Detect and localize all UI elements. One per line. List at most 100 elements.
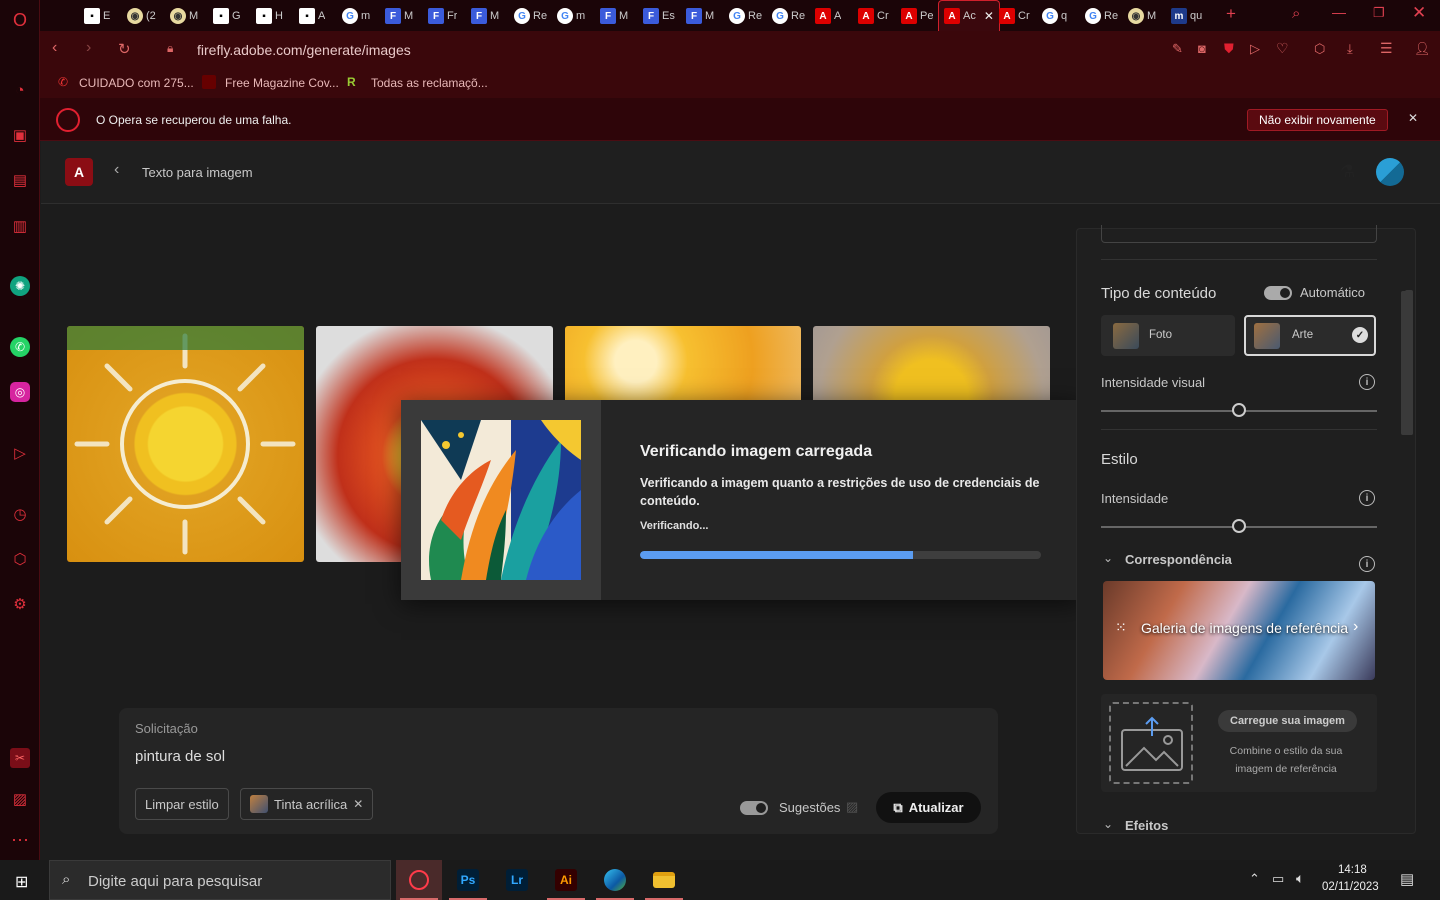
profile-icon[interactable]: 👤︎ xyxy=(1414,41,1431,57)
browser-tab[interactable]: ▪ H xyxy=(256,6,283,26)
browser-tab[interactable]: G Re xyxy=(514,6,547,26)
cube-icon[interactable]: ⬡ xyxy=(1314,41,1325,57)
menu-icon[interactable]: ☰ xyxy=(1380,40,1393,57)
reload-icon[interactable]: ↻ xyxy=(118,40,131,58)
browser-tab[interactable]: ◉ M xyxy=(1128,6,1156,26)
forward-icon[interactable]: › xyxy=(86,39,91,57)
browser-tab[interactable]: A Cr xyxy=(999,6,1030,26)
upload-dropzone[interactable] xyxy=(1109,702,1193,784)
opera-logo-icon[interactable]: O xyxy=(10,10,30,30)
aspect-ratio-dropdown[interactable] xyxy=(1101,225,1377,243)
visual-intensity-knob[interactable] xyxy=(1232,403,1246,417)
chatgpt-icon[interactable]: ✺ xyxy=(10,276,30,296)
back-chevron-icon[interactable]: ‹ xyxy=(114,161,119,179)
extension-icon[interactable]: ▥ xyxy=(10,216,30,236)
adblock-shield-icon[interactable]: ⛊ xyxy=(1224,41,1234,57)
browser-tab[interactable]: ▪ E xyxy=(84,6,110,26)
twitch-icon[interactable]: ▤ xyxy=(10,170,30,190)
generated-image-1[interactable] xyxy=(67,326,304,562)
browser-tab[interactable]: G Re xyxy=(772,6,805,26)
browser-tab[interactable]: Gq xyxy=(1042,6,1067,26)
clock-time[interactable]: 14:18 xyxy=(1338,864,1367,876)
tray-chevron-icon[interactable]: ⌃ xyxy=(1249,871,1260,887)
bookmark-item[interactable]: Free Magazine Cov... xyxy=(225,76,339,90)
reference-gallery-button[interactable]: ⁙ Galeria de imagens de referência › xyxy=(1103,581,1375,680)
browser-tab[interactable]: FM xyxy=(385,6,413,26)
browser-tab[interactable]: F Fr xyxy=(428,6,457,26)
instagram-icon[interactable]: ◎ xyxy=(10,382,30,402)
browser-tab[interactable]: FM xyxy=(686,6,714,26)
chevron-down-icon[interactable]: ⌄ xyxy=(1103,551,1113,565)
browser-tab[interactable]: G Re xyxy=(1085,6,1118,26)
box-icon[interactable]: ⬡ xyxy=(10,549,30,569)
chevron-down-icon[interactable]: ⌄ xyxy=(1103,817,1113,831)
effects-heading[interactable]: Efeitos xyxy=(1125,818,1168,833)
refresh-button[interactable]: ⧉ Atualizar xyxy=(876,792,981,823)
taskbar-photoshop[interactable]: Ps xyxy=(445,860,491,900)
edit-icon[interactable]: ✎ xyxy=(1172,41,1183,57)
browser-tab[interactable]: ▪ G xyxy=(213,6,241,26)
new-tab-plus-icon[interactable]: + xyxy=(1226,4,1236,24)
taskbar-opera[interactable] xyxy=(396,860,442,900)
browser-tab[interactable]: A Cr xyxy=(858,6,889,26)
suggestions-settings-icon[interactable]: ▨ xyxy=(846,799,858,815)
close-tab-icon[interactable]: ✕ xyxy=(984,9,994,23)
browser-tab[interactable]: Gm xyxy=(557,6,585,26)
gallery-icon[interactable]: ▨ xyxy=(10,789,30,809)
browser-tab[interactable]: A Ac ✕ xyxy=(944,6,994,26)
browser-tab[interactable]: Gm xyxy=(342,6,370,26)
flask-icon[interactable]: ⚗ xyxy=(1340,162,1355,182)
more-icon[interactable]: ⋯ xyxy=(10,830,30,850)
whatsapp-icon[interactable]: ✆ xyxy=(10,337,30,357)
prompt-input[interactable]: pintura de sol xyxy=(135,748,225,765)
notifications-icon[interactable]: ▤ xyxy=(1400,870,1414,888)
browser-tab[interactable]: AA xyxy=(815,6,841,26)
suggestions-toggle[interactable] xyxy=(740,801,768,815)
url-field[interactable]: firefly.adobe.com/generate/images xyxy=(197,42,411,58)
restore-window-icon[interactable]: ❐ xyxy=(1373,5,1385,21)
network-icon[interactable]: ▭ xyxy=(1272,871,1284,887)
shopping-icon[interactable]: ▣ xyxy=(10,125,30,145)
clear-style-button[interactable]: Limpar estilo xyxy=(135,788,229,820)
close-window-icon[interactable]: ✕ xyxy=(1412,3,1426,23)
photo-option[interactable]: Foto xyxy=(1101,315,1235,356)
intensity-knob[interactable] xyxy=(1232,519,1246,533)
bookmark-item[interactable]: Todas as reclamaçõ... xyxy=(371,76,488,90)
art-option[interactable]: Arte ✓ xyxy=(1244,315,1376,356)
browser-tab[interactable]: m qu xyxy=(1171,6,1202,26)
speed-dial-icon[interactable]: ◔ xyxy=(10,80,30,100)
windows-start-icon[interactable]: ⊞ xyxy=(15,872,28,892)
close-notice-icon[interactable]: ✕ xyxy=(1408,111,1418,125)
taskbar-explorer[interactable] xyxy=(641,860,687,900)
browser-tab[interactable]: F Es xyxy=(643,6,675,26)
breadcrumb[interactable]: Texto para imagem xyxy=(142,165,253,180)
bookmark-item[interactable]: CUIDADO com 275... xyxy=(79,76,194,90)
browser-tab[interactable]: A Pe xyxy=(901,6,933,26)
avatar[interactable] xyxy=(1376,158,1404,186)
browser-tab[interactable]: ◉ (2 xyxy=(127,6,156,26)
pinboard-icon[interactable]: ✂ xyxy=(10,748,30,768)
player-icon[interactable]: ▷ xyxy=(10,443,30,463)
taskbar-lightroom[interactable]: Lr xyxy=(494,860,540,900)
taskbar-illustrator[interactable]: Ai xyxy=(543,860,589,900)
history-icon[interactable]: ◷ xyxy=(10,504,30,524)
taskbar-search-box[interactable]: ⌕ Digite aqui para pesquisar xyxy=(49,860,391,900)
adobe-logo-icon[interactable]: A xyxy=(65,158,93,186)
browser-tab[interactable]: FM xyxy=(600,6,628,26)
info-icon[interactable]: i xyxy=(1359,556,1375,572)
send-icon[interactable]: ▷ xyxy=(1250,41,1260,57)
info-icon[interactable]: i xyxy=(1359,374,1375,390)
match-heading[interactable]: Correspondência xyxy=(1125,552,1232,567)
download-icon[interactable]: ⤓ xyxy=(1347,41,1353,57)
upload-image-button[interactable]: Carregue sua imagem xyxy=(1218,710,1357,732)
browser-tab[interactable]: ◉ M xyxy=(170,6,198,26)
taskbar-edge[interactable] xyxy=(592,860,638,900)
auto-toggle[interactable] xyxy=(1264,286,1292,300)
volume-icon[interactable]: 🔈︎ xyxy=(1296,870,1304,887)
search-tabs-icon[interactable]: ⌕ xyxy=(1292,5,1300,22)
heart-icon[interactable]: ♡ xyxy=(1276,40,1289,57)
style-chip[interactable]: Tinta acrílica ✕ xyxy=(240,788,374,820)
camera-icon[interactable]: ◙ xyxy=(1198,41,1206,56)
page-scrollbar[interactable] xyxy=(1403,228,1415,834)
info-icon[interactable]: i xyxy=(1359,490,1375,506)
